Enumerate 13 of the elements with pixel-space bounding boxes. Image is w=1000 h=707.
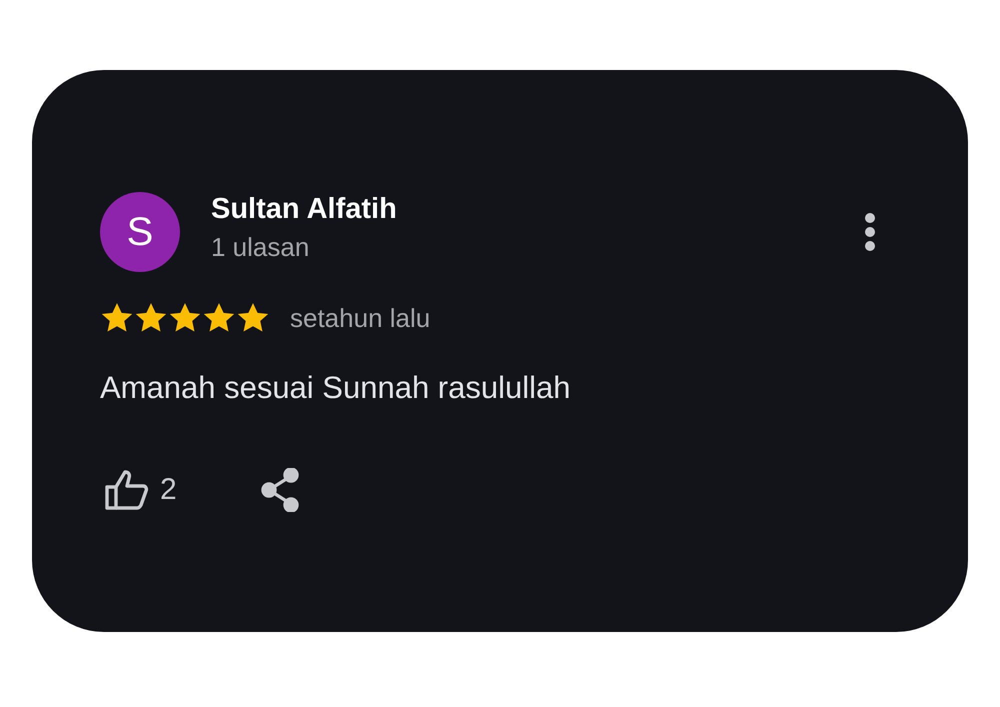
reviewer-name: Sultan Alfatih <box>211 193 398 226</box>
star-icon <box>134 302 168 334</box>
star-icon <box>100 302 134 334</box>
star-icon <box>168 302 202 334</box>
review-count: 1 ulasan <box>211 232 310 263</box>
more-options-icon[interactable] <box>864 212 876 252</box>
star-icon <box>236 302 270 334</box>
review-text: Amanah sesuai Sunnah rasulullah <box>100 370 572 406</box>
share-icon[interactable] <box>260 468 301 512</box>
like-button[interactable]: 2 <box>104 469 177 511</box>
avatar: S <box>100 192 180 272</box>
review-time: setahun lalu <box>290 302 430 334</box>
star-icon <box>202 302 236 334</box>
